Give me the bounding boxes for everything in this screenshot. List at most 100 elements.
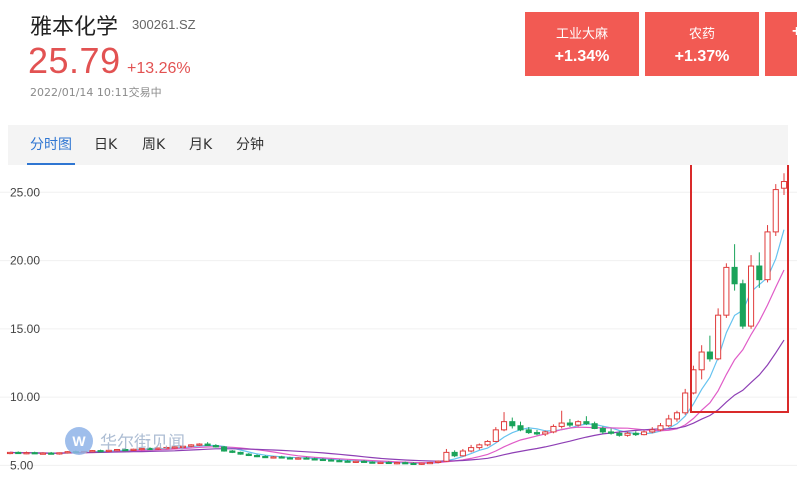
- candle-body: [410, 462, 417, 465]
- candle-body: [212, 445, 219, 448]
- tab-minute[interactable]: 分钟: [236, 125, 264, 165]
- watermark: W 华尔街见闻: [65, 427, 185, 455]
- candle-body: [270, 456, 277, 459]
- candle-body: [39, 452, 46, 455]
- candle-body: [772, 189, 779, 233]
- candle-body: [764, 231, 771, 281]
- candlestick: [509, 417, 516, 429]
- candle-body: [426, 461, 433, 465]
- candle-body: [188, 444, 195, 447]
- candlestick: [56, 452, 63, 455]
- candle-body: [575, 421, 582, 426]
- candle-body: [748, 265, 755, 327]
- sector-change: +1.37%: [674, 48, 730, 65]
- candlestick: [352, 460, 359, 463]
- candle-body: [583, 421, 590, 425]
- y-tick-label: 15.00: [10, 322, 40, 336]
- candle-body: [566, 422, 573, 426]
- candle-body: [673, 412, 681, 420]
- candle-body: [484, 440, 491, 446]
- candle-body: [319, 458, 326, 462]
- chart-grid: [0, 191, 797, 466]
- sector-card-pesticide[interactable]: 农药 +1.37%: [645, 12, 759, 76]
- sector-name: 工业大麻: [555, 27, 608, 42]
- candle-body: [492, 429, 499, 442]
- candlestick: [533, 429, 541, 436]
- candlestick: [731, 244, 738, 291]
- sector-card-industrial-hemp[interactable]: 工业大麻 +1.34%: [525, 12, 639, 76]
- candlestick: [31, 451, 38, 455]
- candle-body: [739, 283, 746, 327]
- candlestick: [64, 451, 71, 454]
- candle-body: [369, 461, 376, 464]
- candlestick: [517, 421, 524, 432]
- candle-body: [435, 460, 442, 463]
- candle-body: [303, 457, 310, 460]
- candlestick: [237, 451, 244, 455]
- candlestick: [196, 443, 203, 446]
- candle-body: [295, 457, 302, 460]
- stock-name: 雅本化学: [30, 15, 119, 40]
- candle-body: [377, 461, 384, 465]
- candle-body: [780, 181, 788, 189]
- watermark-text: 华尔街见闻: [100, 433, 185, 452]
- candlestick: [632, 431, 639, 436]
- tab-monthly-k[interactable]: 月K: [189, 125, 212, 165]
- candlestick: [39, 452, 46, 455]
- candlestick: [772, 184, 779, 236]
- sector-change: +: [792, 23, 797, 40]
- candle-body: [723, 266, 730, 316]
- candle-body: [402, 462, 409, 465]
- candle-body: [15, 451, 22, 455]
- candlestick: [245, 453, 252, 457]
- candle-body: [682, 392, 689, 414]
- candle-body: [468, 447, 475, 452]
- candle-body: [608, 431, 615, 434]
- candle-body: [599, 427, 606, 433]
- candle-body: [632, 432, 639, 436]
- candlestick: [566, 418, 573, 428]
- candle-body: [616, 432, 623, 436]
- candlestick: [459, 448, 466, 457]
- candlestick: [575, 420, 582, 427]
- candlestick: [764, 225, 771, 283]
- candle-body: [624, 432, 631, 436]
- candle-body: [6, 451, 14, 455]
- candlestick: [665, 414, 672, 428]
- sector-card-partial[interactable]: +: [765, 12, 797, 76]
- candlestick: [443, 448, 450, 462]
- sector-change: +1.34%: [554, 48, 610, 65]
- price-change-percent: +13.26%: [127, 60, 191, 77]
- candle-body: [665, 418, 672, 427]
- candlestick: [492, 427, 499, 443]
- candlestick: [558, 410, 565, 429]
- tab-daily-k[interactable]: 日K: [94, 125, 117, 165]
- y-tick-label: 5.00: [10, 458, 34, 472]
- candle-body: [418, 462, 425, 465]
- candlestick: [748, 255, 755, 329]
- candle-body: [715, 314, 722, 360]
- candle-body: [237, 451, 244, 455]
- candle-body: [245, 453, 252, 457]
- candlestick: [89, 450, 96, 453]
- candlestick: [221, 445, 228, 452]
- candlestick: [212, 444, 219, 448]
- candle-body: [204, 443, 211, 447]
- tab-weekly-k[interactable]: 周K: [142, 125, 165, 165]
- candlestick: [715, 308, 722, 361]
- candle-body: [542, 431, 549, 435]
- candlestick: [698, 345, 705, 380]
- candlestick: [435, 460, 442, 464]
- y-axis-ticks: 25.00 20.00 15.00 10.00 5.00: [10, 185, 40, 472]
- candlestick: [204, 442, 211, 447]
- candle-body: [476, 444, 483, 449]
- candle-body: [286, 457, 294, 460]
- candle-body: [443, 451, 450, 462]
- candle-body: [756, 265, 763, 281]
- candlestick: [682, 388, 689, 415]
- candlestick: [484, 440, 491, 447]
- candle-body: [311, 458, 318, 461]
- candlestick: [426, 461, 433, 465]
- tab-intraday[interactable]: 分时图: [27, 125, 75, 165]
- candle-body: [451, 451, 458, 457]
